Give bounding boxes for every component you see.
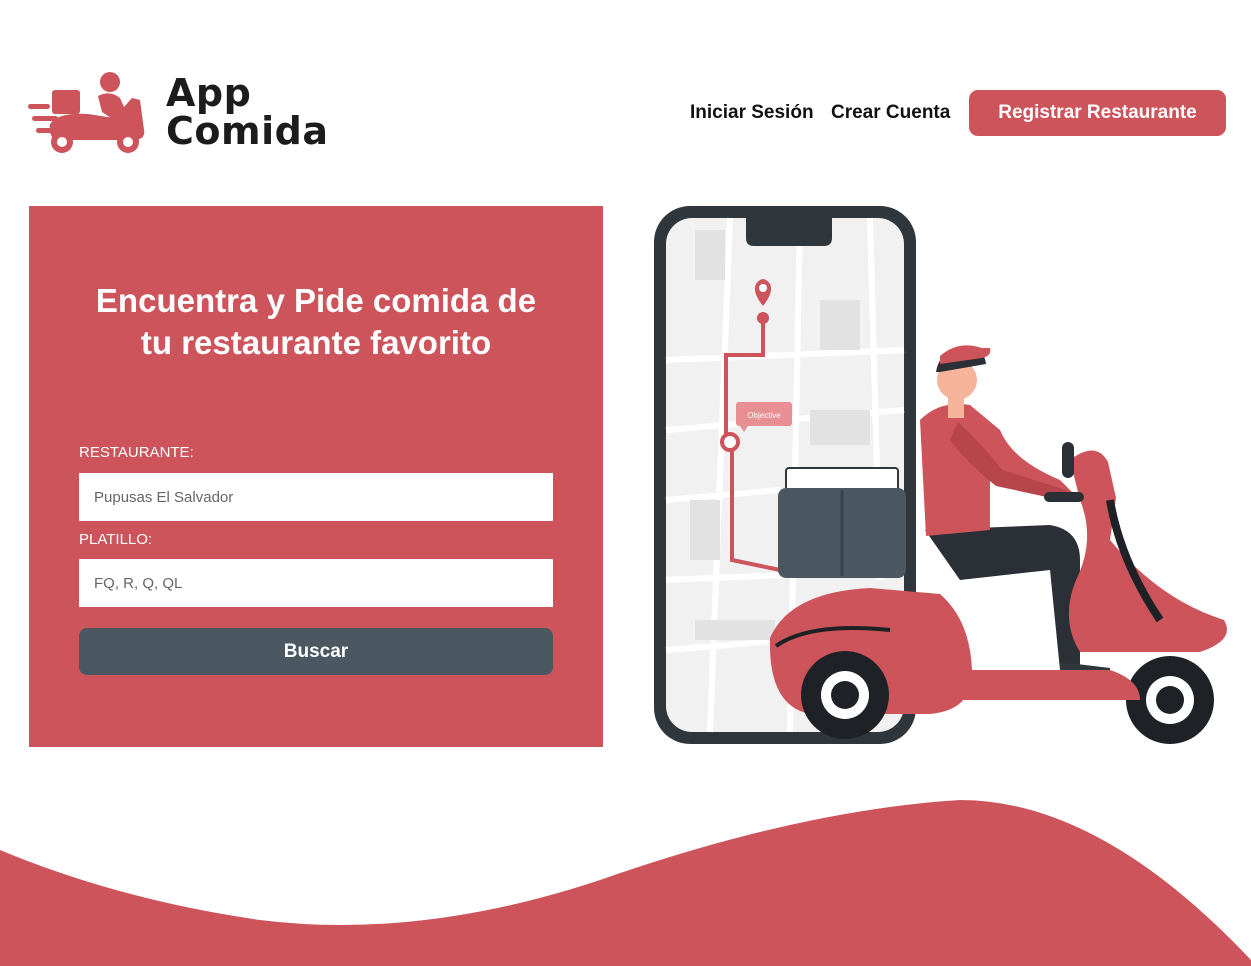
brand-line1: App [166,71,252,115]
dish-label: PLATILLO: [79,531,153,548]
hero-title-line1: Encuentra y Pide comida de [95,282,537,319]
search-card: Encuentra y Pide comida de tu restaurant… [29,206,603,747]
brand-logo[interactable]: App Comida [28,68,348,160]
nav-login-link[interactable]: Iniciar Sesión [690,102,814,124]
search-button[interactable]: Buscar [79,628,553,675]
dish-input[interactable] [79,559,553,607]
hero-title-line2: tu restaurante favorito [140,324,492,361]
restaurant-input[interactable] [79,473,553,521]
nav-signup-link[interactable]: Crear Cuenta [831,102,950,124]
restaurant-label: RESTAURANTE: [79,444,194,461]
bottom-wave [0,800,1251,966]
map-bubble-text: Objective [747,411,781,420]
brand-line2: Comida [166,109,329,153]
hero-title: Encuentra y Pide comida de tu restaurant… [29,280,603,364]
brand-name: App Comida [166,74,328,150]
register-restaurant-button[interactable]: Registrar Restaurante [969,90,1226,136]
delivery-illustration: Objective [654,206,1227,744]
delivery-scooter-icon [28,72,145,153]
